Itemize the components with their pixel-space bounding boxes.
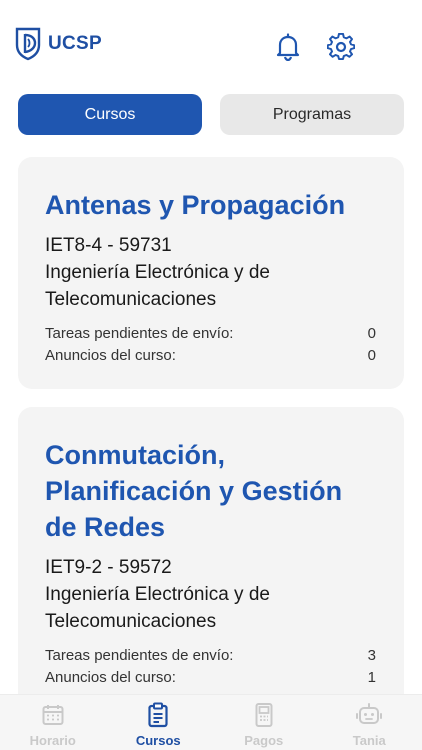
- course-code: IET8-4 - 59731: [45, 235, 172, 256]
- course-title: Conmutación, Planificación y Gestión de …: [45, 440, 343, 542]
- nav-pagos[interactable]: Pagos: [211, 695, 317, 750]
- payment-terminal-icon: [250, 701, 278, 729]
- nav-label: Pagos: [244, 733, 284, 748]
- ucsp-logo: UCSP: [14, 27, 102, 61]
- nav-tania[interactable]: Tania: [317, 695, 422, 750]
- bottom-navigation: Horario Cursos Pagos Tania: [0, 694, 422, 750]
- tab-cursos[interactable]: Cursos: [18, 94, 202, 135]
- course-school: Ingeniería Electrónica y de Telecomunica…: [45, 584, 270, 632]
- pending-tasks-label: Tareas pendientes de envío:: [45, 325, 234, 342]
- nav-label: Tania: [352, 733, 386, 748]
- announcements-count: 0: [367, 347, 376, 364]
- course-card[interactable]: Antenas y Propagación IET8-4 - 59731 Ing…: [18, 157, 404, 389]
- view-tabs: Cursos Programas: [18, 94, 404, 135]
- calendar-icon: [39, 701, 67, 729]
- announcements-row: Anuncios del curso: 1: [45, 667, 376, 689]
- course-title: Antenas y Propagación: [45, 190, 346, 220]
- pending-tasks-count: 3: [367, 647, 376, 664]
- announcements-label: Anuncios del curso:: [45, 669, 176, 686]
- app-header: UCSP: [0, 0, 422, 90]
- nav-cursos[interactable]: Cursos: [106, 695, 212, 750]
- bell-icon[interactable]: [273, 32, 303, 62]
- brand-name: UCSP: [48, 33, 102, 54]
- nav-label: Cursos: [135, 733, 181, 748]
- announcements-count: 1: [367, 669, 376, 686]
- nav-horario[interactable]: Horario: [0, 695, 106, 750]
- ucsp-shield-icon: [15, 27, 41, 61]
- course-school: Ingeniería Electrónica y de Telecomunica…: [45, 262, 270, 310]
- pending-tasks-count: 0: [367, 325, 376, 342]
- robot-icon: [355, 701, 383, 729]
- pending-tasks-row: Tareas pendientes de envío: 0: [45, 323, 376, 345]
- course-code: IET9-2 - 59572: [45, 557, 172, 578]
- tab-programas[interactable]: Programas: [220, 94, 404, 135]
- clipboard-icon: [144, 701, 172, 729]
- course-stats: Tareas pendientes de envío: 3 Anuncios d…: [45, 645, 376, 689]
- announcements-label: Anuncios del curso:: [45, 347, 176, 364]
- announcements-row: Anuncios del curso: 0: [45, 345, 376, 367]
- course-stats: Tareas pendientes de envío: 0 Anuncios d…: [45, 323, 376, 367]
- course-card[interactable]: Conmutación, Planificación y Gestión de …: [18, 407, 404, 727]
- pending-tasks-row: Tareas pendientes de envío: 3: [45, 645, 376, 667]
- pending-tasks-label: Tareas pendientes de envío:: [45, 647, 234, 664]
- gear-icon[interactable]: [326, 32, 356, 62]
- nav-label: Horario: [29, 733, 76, 748]
